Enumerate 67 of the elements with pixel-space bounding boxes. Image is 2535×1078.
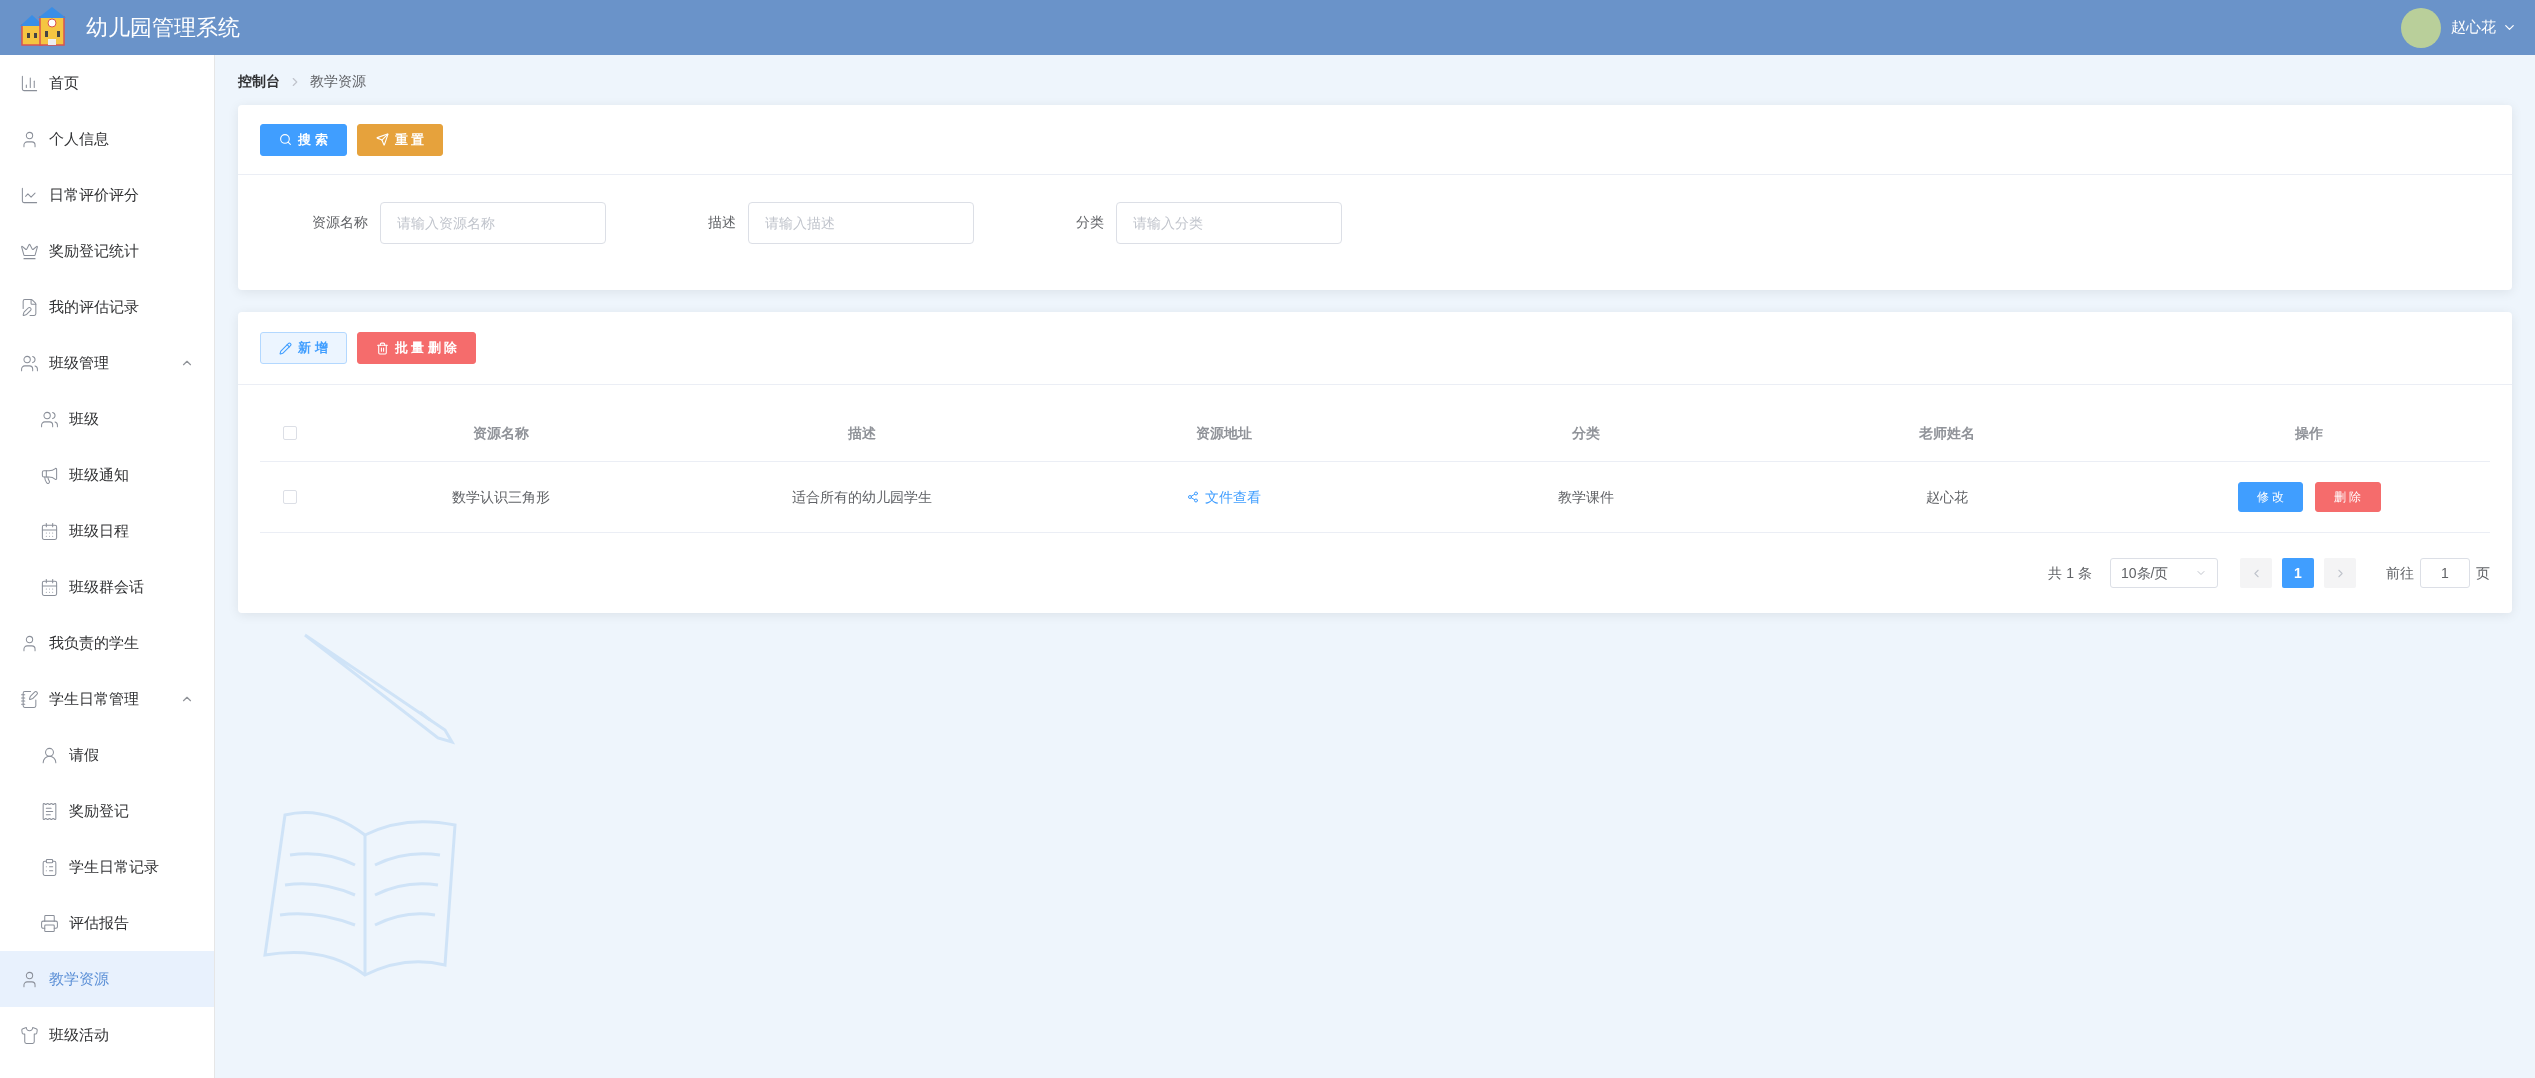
list-icon — [40, 857, 59, 877]
crown-icon — [20, 241, 39, 261]
sidebar-item[interactable]: 我负责的学生 — [0, 615, 214, 671]
page-size-select[interactable]: 10条/页 — [2110, 558, 2218, 588]
shirt-icon — [20, 1025, 39, 1045]
sidebar-item[interactable]: 首页 — [0, 55, 214, 111]
app-title: 幼儿园管理系统 — [86, 14, 240, 42]
person-icon — [20, 969, 39, 989]
bar-chart-icon — [20, 73, 39, 93]
people-icon — [40, 409, 59, 429]
table-cell-text: 适合所有的幼儿园学生 — [791, 487, 934, 507]
receipt-icon — [40, 801, 59, 821]
row-checkbox[interactable] — [283, 490, 297, 504]
breadcrumb-item: 教学资源 — [310, 72, 366, 91]
paper-plane-icon — [375, 133, 389, 146]
sidebar-item[interactable]: 班级通知 — [0, 447, 214, 503]
field-label: 描述 — [708, 213, 736, 232]
search-input[interactable]: 请输入资源名称 — [380, 201, 606, 244]
column-header: 分类 — [1570, 423, 1601, 443]
sidebar-item[interactable]: 个人信息 — [0, 111, 214, 167]
goto-label: 前往 — [2386, 563, 2414, 583]
printer-icon — [40, 913, 59, 933]
column-header: 操作 — [2294, 423, 2325, 443]
person-icon — [40, 745, 59, 765]
pencil-icon — [279, 341, 292, 355]
line-chart-icon — [20, 185, 39, 205]
share-icon — [1187, 491, 1200, 503]
breadcrumb-item[interactable]: 控制台 — [238, 71, 280, 92]
sidebar-item[interactable]: 学生日常管理 — [0, 671, 214, 727]
avatar[interactable] — [2401, 7, 2441, 48]
field-label: 资源名称 — [312, 213, 368, 232]
sidebar-item[interactable]: 班级 — [0, 391, 214, 447]
column-header: 资源地址 — [1195, 423, 1254, 443]
search-input[interactable]: 请输入描述 — [748, 201, 974, 244]
sidebar-item[interactable]: 班级管理 — [0, 335, 214, 391]
sidebar-item[interactable]: 班级群会话 — [0, 559, 214, 615]
edit-document-icon — [20, 297, 39, 317]
select-all-checkbox[interactable] — [283, 426, 297, 440]
calendar-icon — [40, 521, 59, 541]
sidebar-item[interactable]: 班级日程 — [0, 503, 214, 559]
sidebar-item[interactable]: 奖励登记统计 — [0, 223, 214, 279]
calendar-icon — [40, 577, 59, 597]
column-header: 描述 — [847, 423, 878, 443]
page-jump-input[interactable]: 1 — [2420, 558, 2470, 588]
column-header: 老师姓名 — [1918, 423, 1977, 443]
sidebar-item[interactable]: 班级活动 — [0, 1007, 214, 1063]
megaphone-icon — [40, 465, 59, 485]
notebook-icon — [20, 689, 39, 709]
table-cell-text: 教学课件 — [1556, 487, 1615, 507]
sidebar-item[interactable]: 学生日常记录 — [0, 839, 214, 895]
search-icon — [279, 133, 292, 146]
total-count: 共 1 条 — [2048, 563, 2092, 583]
people-icon — [20, 353, 39, 373]
search-input[interactable]: 请输入分类 — [1116, 201, 1342, 244]
person-icon — [20, 633, 39, 653]
sidebar-item[interactable]: 日常评价评分 — [0, 167, 214, 223]
sidebar-item[interactable]: 请假 — [0, 727, 214, 783]
table-cell-text: 赵心花 — [1925, 487, 1970, 507]
goto-suffix: 页 — [2476, 563, 2490, 583]
sidebar-item[interactable]: 奖励登记 — [0, 783, 214, 839]
field-label: 分类 — [1076, 213, 1104, 232]
trash-icon — [375, 341, 389, 355]
sidebar-item[interactable]: 我的评估记录 — [0, 279, 214, 335]
column-header: 资源名称 — [471, 423, 530, 443]
person-icon — [20, 129, 39, 149]
table-cell-text: 数学认识三角形 — [450, 487, 551, 507]
sidebar-item[interactable]: 评估报告 — [0, 895, 214, 951]
